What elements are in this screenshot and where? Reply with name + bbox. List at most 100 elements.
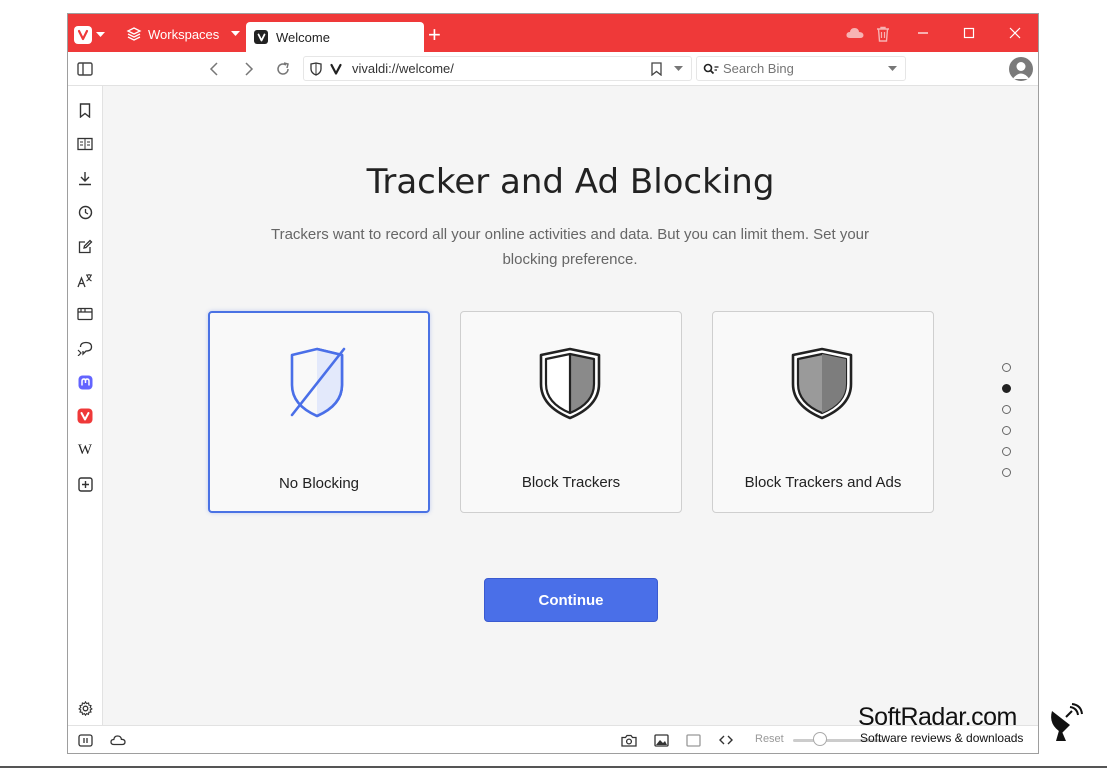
sidebar-item-wikipedia[interactable]: W bbox=[75, 440, 95, 460]
sidebar-item-settings[interactable] bbox=[75, 698, 95, 718]
profile-avatar[interactable] bbox=[1009, 57, 1033, 81]
side-panel: W bbox=[68, 86, 103, 725]
window-controls bbox=[900, 14, 1038, 52]
tile-icon bbox=[685, 733, 701, 747]
reload-icon bbox=[277, 62, 289, 75]
sidebar-item-bookmarks[interactable] bbox=[75, 100, 95, 120]
watermark-subtitle: Software reviews & downloads bbox=[860, 731, 1024, 745]
step-dot-2[interactable] bbox=[1002, 384, 1011, 393]
sidebar-item-downloads[interactable] bbox=[75, 168, 95, 188]
sidebar-item-feeds[interactable] bbox=[75, 338, 95, 358]
page-actions-button[interactable] bbox=[718, 732, 734, 748]
sidebar-item-vivaldi[interactable] bbox=[75, 406, 95, 426]
zoom-reset-button[interactable]: Reset bbox=[755, 733, 784, 745]
forward-button[interactable] bbox=[240, 60, 258, 78]
workspaces-label: Workspaces bbox=[148, 26, 220, 42]
step-dot-3[interactable] bbox=[1002, 405, 1011, 414]
bookmark-page-icon[interactable] bbox=[651, 61, 662, 76]
option-label: No Blocking bbox=[278, 475, 360, 492]
vivaldi-menu-button[interactable] bbox=[74, 26, 105, 44]
history-icon bbox=[78, 205, 92, 219]
option-block-trackers-and-ads[interactable]: Block Trackers and Ads bbox=[712, 311, 934, 513]
workspaces-button[interactable]: Workspaces bbox=[126, 24, 241, 44]
step-dot-1[interactable] bbox=[1002, 363, 1011, 372]
shield-full-icon bbox=[791, 347, 853, 420]
vivaldi-icon bbox=[77, 408, 93, 424]
close-icon bbox=[1009, 27, 1021, 39]
option-no-blocking[interactable]: No Blocking bbox=[208, 311, 430, 513]
step-dot-6[interactable] bbox=[1002, 468, 1011, 477]
search-input[interactable] bbox=[723, 61, 883, 76]
step-dot-4[interactable] bbox=[1002, 426, 1011, 435]
sync-button[interactable] bbox=[110, 732, 126, 748]
maximize-button[interactable] bbox=[946, 14, 992, 52]
zoom-slider-thumb[interactable] bbox=[813, 732, 827, 746]
feed-reader-icon bbox=[77, 341, 93, 356]
chevron-right-icon bbox=[245, 62, 254, 76]
layers-icon bbox=[126, 27, 142, 41]
browser-window: Workspaces Welcome + vivaldi://welcome/ … bbox=[67, 13, 1039, 754]
vivaldi-logo-icon bbox=[74, 26, 92, 44]
sync-cloud-icon[interactable] bbox=[846, 26, 864, 45]
page-title: Tracker and Ad Blocking bbox=[366, 162, 775, 202]
shield-icon[interactable] bbox=[310, 61, 322, 76]
chevron-down-icon bbox=[96, 32, 105, 37]
softradar-watermark: SoftRadar.com Software reviews & downloa… bbox=[858, 703, 1088, 753]
mastodon-icon bbox=[78, 375, 92, 389]
pause-icon bbox=[77, 733, 93, 747]
sidebar-item-notes[interactable] bbox=[75, 236, 95, 256]
tab-bar: Workspaces Welcome + bbox=[68, 14, 1038, 52]
panel-button[interactable] bbox=[77, 732, 93, 748]
url-field[interactable]: vivaldi://welcome/ bbox=[303, 56, 692, 81]
tab-welcome[interactable]: Welcome bbox=[246, 22, 424, 52]
sidebar-item-mastodon[interactable] bbox=[75, 372, 95, 392]
chevron-down-icon bbox=[231, 31, 241, 36]
chevron-down-icon[interactable] bbox=[888, 65, 897, 72]
camera-icon bbox=[621, 734, 637, 747]
page-subtitle: Trackers want to record all your online … bbox=[270, 226, 870, 268]
option-label: Block Trackers bbox=[521, 474, 621, 491]
sidebar-item-history[interactable] bbox=[75, 202, 95, 222]
continue-button[interactable]: Continue bbox=[484, 578, 658, 622]
page-tiling-button[interactable] bbox=[685, 732, 701, 748]
minimize-button[interactable] bbox=[900, 14, 946, 52]
capture-button[interactable] bbox=[621, 732, 637, 748]
sidebar-item-window[interactable] bbox=[75, 304, 95, 324]
panel-toggle-icon bbox=[77, 62, 93, 76]
new-tab-button[interactable]: + bbox=[428, 24, 441, 46]
welcome-page: Tracker and Ad Blocking Trackers want to… bbox=[103, 86, 1038, 725]
reading-list-icon bbox=[77, 137, 93, 151]
search-icon bbox=[703, 63, 719, 75]
screen-bottom-border bbox=[0, 766, 1107, 768]
option-block-trackers[interactable]: Block Trackers bbox=[460, 311, 682, 513]
sidebar-item-add-panel[interactable] bbox=[75, 474, 95, 494]
satellite-dish-icon bbox=[1051, 703, 1083, 741]
watermark-title: SoftRadar.com bbox=[858, 703, 1017, 731]
bookmark-icon bbox=[79, 102, 91, 118]
cloud-icon bbox=[110, 735, 126, 746]
close-window-button[interactable] bbox=[992, 14, 1038, 52]
code-icon bbox=[719, 735, 733, 745]
add-panel-icon bbox=[77, 476, 93, 492]
step-dot-5[interactable] bbox=[1002, 447, 1011, 456]
panel-toggle-button[interactable] bbox=[76, 60, 94, 78]
url-text: vivaldi://welcome/ bbox=[352, 61, 454, 76]
search-field[interactable] bbox=[696, 56, 906, 81]
notes-icon bbox=[78, 239, 92, 253]
address-bar: vivaldi://welcome/ bbox=[68, 52, 1038, 86]
back-button[interactable] bbox=[205, 60, 223, 78]
images-toggle-button[interactable] bbox=[653, 732, 669, 748]
sidebar-item-reading-list[interactable] bbox=[75, 134, 95, 154]
chevron-down-icon[interactable] bbox=[674, 65, 683, 72]
vivaldi-favicon-icon bbox=[254, 30, 268, 44]
translate-icon bbox=[77, 273, 92, 287]
reload-button[interactable] bbox=[274, 60, 292, 78]
trash-icon[interactable] bbox=[876, 26, 890, 47]
maximize-icon bbox=[963, 27, 975, 39]
shield-half-icon bbox=[539, 347, 601, 420]
sidebar-item-translate[interactable] bbox=[75, 270, 95, 290]
site-vivaldi-icon bbox=[330, 63, 342, 75]
shield-off-icon bbox=[290, 347, 346, 418]
user-icon bbox=[1012, 62, 1030, 79]
option-label: Block Trackers and Ads bbox=[744, 474, 902, 491]
